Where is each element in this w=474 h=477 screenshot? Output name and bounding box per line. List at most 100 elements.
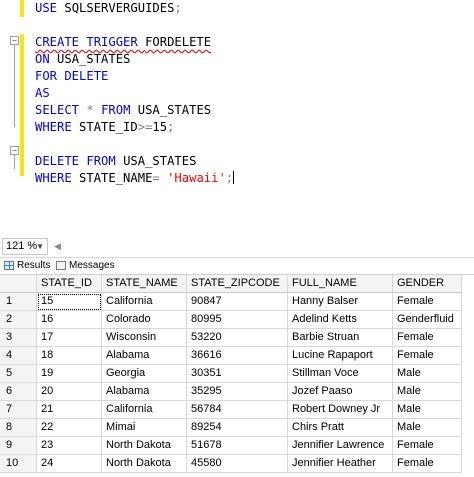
table-cell[interactable]: 21 — [36, 400, 102, 419]
table-row[interactable]: 9 23 North Dakota 51678 Jennifier Lawrence Fe… — [0, 436, 462, 455]
row-number[interactable]: 10 — [0, 454, 37, 473]
table-row[interactable]: 3 17 Wisconsin 53220 Barbie Struan Female — [0, 328, 462, 347]
table-cell[interactable]: Stillman Voce — [287, 364, 393, 383]
column-header[interactable]: STATE_NAME — [101, 275, 187, 293]
table-cell[interactable]: Adelind Ketts — [287, 310, 393, 329]
table-cell[interactable]: Male — [392, 418, 462, 437]
grid-corner[interactable] — [0, 275, 37, 293]
chevron-down-icon: ▼ — [36, 242, 44, 251]
table-row[interactable]: 6 20 Alabama 35295 Jozef Paaso Male — [0, 382, 462, 401]
table-cell[interactable]: Male — [392, 400, 462, 419]
row-number[interactable]: 5 — [0, 364, 37, 383]
table-cell[interactable]: 36616 — [186, 346, 288, 365]
table-cell[interactable]: 20 — [36, 382, 102, 401]
column-header[interactable]: STATE_ZIPCODE — [186, 275, 288, 293]
table-cell[interactable]: 45580 — [186, 454, 288, 473]
table-cell[interactable]: Jennifier Heather — [287, 454, 393, 473]
row-number[interactable]: 4 — [0, 346, 37, 365]
tab-results[interactable]: Results — [4, 258, 50, 273]
table-cell[interactable]: 53220 — [186, 328, 288, 347]
row-number[interactable]: 8 — [0, 418, 37, 437]
code-token: FORDELETE — [145, 35, 212, 49]
results-grid[interactable]: STATE_ID STATE_NAME STATE_ZIPCODE FULL_NAME… — [0, 274, 474, 477]
table-cell[interactable]: 19 — [36, 364, 102, 383]
code-token: DELETE FROM — [35, 154, 124, 168]
query-editor[interactable]: − − USE SQLSERVERGUIDES; CREATE TRIGGER F… — [0, 0, 474, 236]
column-header[interactable]: GENDER — [392, 275, 462, 293]
code-token: USE — [35, 1, 65, 15]
table-cell[interactable]: 89254 — [186, 418, 288, 437]
table-cell[interactable]: 15 — [36, 292, 102, 311]
table-cell[interactable]: Alabama — [101, 382, 187, 401]
table-cell[interactable]: Robert Downey Jr — [287, 400, 393, 419]
table-cell[interactable]: 18 — [36, 346, 102, 365]
table-cell[interactable]: Wisconsin — [101, 328, 187, 347]
table-cell[interactable]: California — [101, 400, 187, 419]
table-cell[interactable]: Colorado — [101, 310, 187, 329]
column-header[interactable]: STATE_ID — [36, 275, 102, 293]
table-row[interactable]: 1 15 California 90847 Hanny Balser Female — [0, 292, 462, 311]
row-number[interactable]: 3 — [0, 328, 37, 347]
table-cell[interactable]: North Dakota — [101, 436, 187, 455]
table-row[interactable]: 7 21 California 56784 Robert Downey Jr Male — [0, 400, 462, 419]
outline-line — [14, 42, 15, 127]
table-cell[interactable]: Female — [392, 346, 462, 365]
code-token: USA_STATES — [137, 103, 212, 117]
row-number[interactable]: 1 — [0, 292, 37, 311]
column-header[interactable]: FULL_NAME — [287, 275, 393, 293]
table-cell[interactable]: Female — [392, 292, 462, 311]
table-cell[interactable]: Hanny Balser — [287, 292, 393, 311]
table-cell[interactable]: Female — [392, 328, 462, 347]
row-number[interactable]: 9 — [0, 436, 37, 455]
code-token: 15 — [152, 120, 168, 134]
table-row[interactable]: 10 24 North Dakota 45580 Jennifier Heather Fe… — [0, 454, 462, 473]
table-cell[interactable]: Barbie Struan — [287, 328, 393, 347]
table-cell[interactable]: 23 — [36, 436, 102, 455]
collapse-icon[interactable]: − — [10, 146, 19, 155]
row-number[interactable]: 6 — [0, 382, 37, 401]
table-cell[interactable]: Lucine Rapaport — [287, 346, 393, 365]
table-cell[interactable]: Mimai — [101, 418, 187, 437]
table-row[interactable]: 4 18 Alabama 36616 Lucine Rapaport Female — [0, 346, 462, 365]
table-cell[interactable]: Georgia — [101, 364, 187, 383]
table-cell[interactable]: 80995 — [186, 310, 288, 329]
collapse-icon[interactable]: − — [10, 36, 19, 45]
table-cell[interactable]: Alabama — [101, 346, 187, 365]
table-cell[interactable]: Jennifier Lawrence — [287, 436, 393, 455]
code-token: SELECT — [35, 103, 87, 117]
tab-messages-label: Messages — [69, 260, 115, 271]
row-number[interactable]: 2 — [0, 310, 37, 329]
table-header-row: STATE_ID STATE_NAME STATE_ZIPCODE FULL_NAME… — [0, 275, 462, 293]
zoom-dropdown[interactable]: 121 % ▼ — [2, 238, 48, 255]
table-cell[interactable]: 24 — [36, 454, 102, 473]
table-cell[interactable]: Female — [392, 454, 462, 473]
table-cell[interactable]: Female — [392, 436, 462, 455]
table-cell[interactable]: Male — [392, 364, 462, 383]
table-row[interactable]: 8 22 Mimai 89254 Chirs Pratt Male — [0, 418, 462, 437]
table-cell[interactable]: 35295 — [186, 382, 288, 401]
table-cell[interactable]: Genderfluid — [392, 310, 462, 329]
tab-messages[interactable]: Messages — [56, 258, 115, 273]
table-cell[interactable]: Male — [392, 382, 462, 401]
table-cell[interactable]: Chirs Pratt — [287, 418, 393, 437]
change-indicator — [20, 0, 24, 17]
table-row[interactable]: 2 16 Colorado 80995 Adelind Ketts Genderfluid — [0, 310, 462, 329]
code-token: FROM — [101, 103, 138, 117]
table-cell[interactable]: 56784 — [186, 400, 288, 419]
table-cell[interactable]: 90847 — [186, 292, 288, 311]
code-token: AS — [35, 86, 50, 100]
scroll-left-icon[interactable]: ◀ — [54, 241, 61, 252]
table-row[interactable]: 5 19 Georgia 30351 Stillman Voce Male — [0, 364, 462, 383]
tab-results-label: Results — [17, 260, 51, 271]
table-cell[interactable]: Jozef Paaso — [287, 382, 393, 401]
table-cell[interactable]: 16 — [36, 310, 102, 329]
code-token: = — [152, 171, 168, 185]
table-cell[interactable]: North Dakota — [101, 454, 187, 473]
table-cell[interactable]: California — [101, 292, 187, 311]
table-cell[interactable]: 22 — [36, 418, 102, 437]
row-number[interactable]: 7 — [0, 400, 37, 419]
table-cell[interactable]: 17 — [36, 328, 102, 347]
table-cell[interactable]: 30351 — [186, 364, 288, 383]
table-cell[interactable]: 51678 — [186, 436, 288, 455]
code-token: USA_STATES — [57, 52, 131, 66]
